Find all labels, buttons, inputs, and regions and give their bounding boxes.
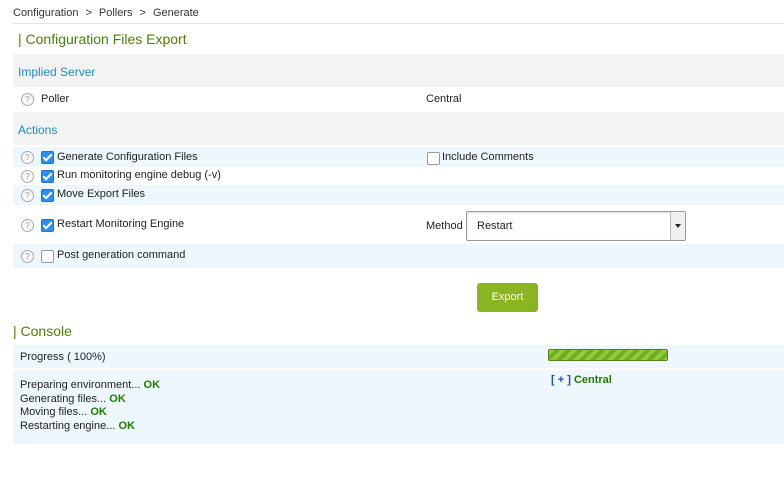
help-icon[interactable]: ?	[21, 219, 34, 232]
progress-bar	[548, 349, 668, 361]
log-status: OK	[90, 406, 107, 418]
log-text: Moving files...	[20, 406, 88, 418]
generate-files-checkbox[interactable]	[41, 151, 54, 164]
help-icon[interactable]: ?	[21, 151, 34, 164]
page-header: | Configuration Files Export	[13, 23, 784, 55]
page-title: | Configuration Files Export	[18, 31, 187, 47]
log-status: OK	[143, 379, 161, 391]
debug-checkbox[interactable]	[41, 170, 54, 183]
help-icon[interactable]: ?	[21, 93, 34, 106]
move-row: ? Move Export Files	[13, 185, 784, 205]
help-icon[interactable]: ?	[21, 170, 34, 183]
debug-row: ? Run monitoring engine debug (-v)	[13, 167, 784, 185]
actions-section: Actions	[13, 112, 784, 145]
poller-result: [ + ] Central	[551, 374, 612, 386]
implied-server-section: Implied Server	[13, 54, 784, 87]
progress-row: Progress ( 100%)	[13, 345, 784, 368]
help-icon[interactable]: ?	[21, 250, 34, 263]
post-command-label: Post generation command	[57, 249, 186, 261]
breadcrumb-separator: >	[85, 7, 92, 19]
generate-row: ? Generate Configuration Files Include C…	[13, 147, 784, 167]
debug-label: Run monitoring engine debug (-v)	[57, 169, 221, 181]
post-command-row: ? Post generation command	[13, 244, 784, 268]
poller-value: Central	[426, 93, 462, 105]
restart-engine-checkbox[interactable]	[41, 219, 54, 232]
post-command-checkbox[interactable]	[41, 250, 54, 263]
actions-title: Actions	[18, 123, 58, 137]
method-select-value: Restart	[477, 220, 513, 232]
log-status: OK	[118, 420, 135, 432]
poller-label: Poller	[41, 93, 70, 105]
log-text: Generating files...	[20, 393, 107, 405]
method-select[interactable]: Restart	[466, 211, 686, 241]
method-label: Method	[426, 220, 463, 232]
breadcrumb: Configuration > Pollers > Generate	[13, 7, 199, 19]
log-line: Generating files... OK	[20, 393, 126, 405]
expand-toggle[interactable]: [ + ]	[551, 374, 571, 386]
breadcrumb-generate[interactable]: Generate	[153, 7, 199, 19]
breadcrumb-separator: >	[139, 7, 146, 19]
include-comments-label: Include Comments	[442, 151, 534, 163]
restart-engine-label: Restart Monitoring Engine	[57, 218, 185, 230]
progress-bar-fill	[549, 350, 667, 360]
log-line: Restarting engine... OK	[20, 420, 135, 432]
implied-server-title: Implied Server	[18, 65, 96, 79]
generate-files-label: Generate Configuration Files	[57, 151, 198, 163]
breadcrumb-configuration[interactable]: Configuration	[13, 7, 78, 19]
log-text: Preparing environment...	[20, 379, 141, 391]
move-files-checkbox[interactable]	[41, 189, 54, 202]
log-line: Moving files... OK	[20, 406, 107, 418]
poller-result-name: Central	[573, 374, 612, 386]
console-title: | Console	[13, 323, 72, 339]
log-line: Preparing environment... OK	[20, 379, 160, 391]
chevron-down-icon[interactable]	[670, 212, 685, 240]
move-files-label: Move Export Files	[57, 188, 146, 200]
include-comments-checkbox[interactable]	[427, 152, 440, 165]
poller-row: ? Poller Central	[13, 88, 784, 110]
log-text: Restarting engine...	[20, 420, 116, 432]
export-button[interactable]: Export	[477, 283, 538, 312]
progress-label: Progress ( 100%)	[20, 351, 106, 363]
breadcrumb-pollers[interactable]: Pollers	[99, 7, 133, 19]
help-icon[interactable]: ?	[21, 189, 34, 202]
log-status: OK	[109, 393, 126, 405]
